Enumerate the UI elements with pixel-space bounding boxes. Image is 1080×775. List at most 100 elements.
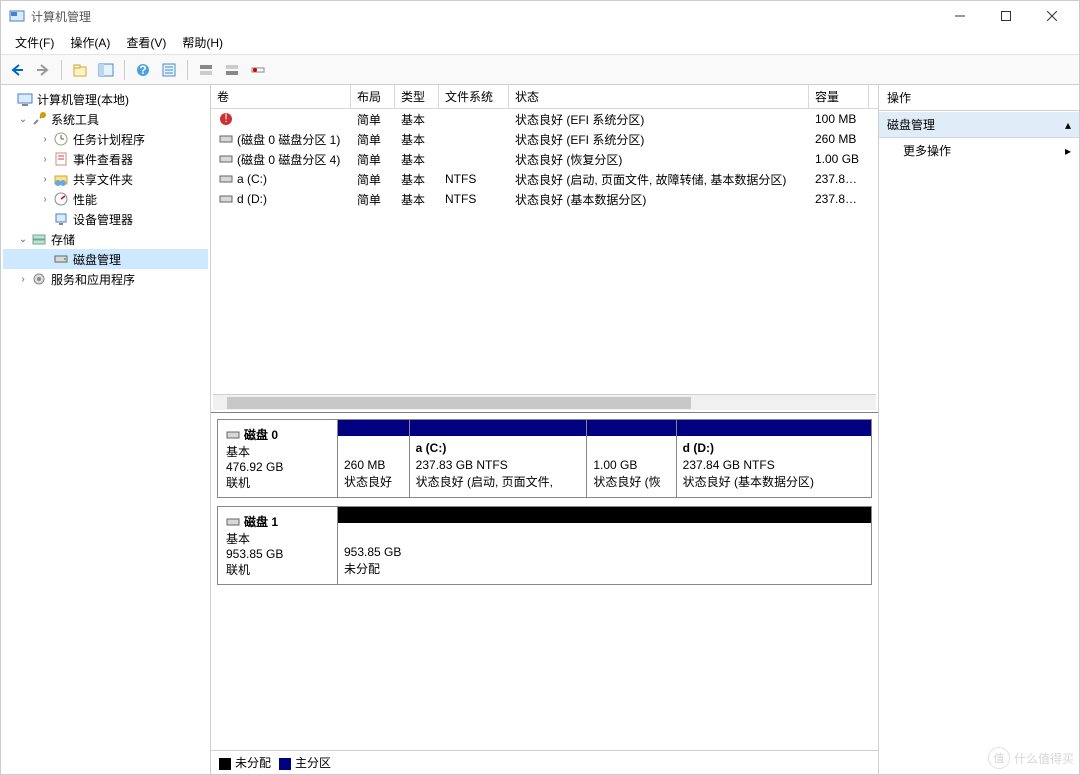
menu-file[interactable]: 文件(F) (7, 32, 62, 53)
col-capacity[interactable]: 容量 (809, 85, 869, 108)
partition-size: 260 MB (344, 457, 403, 474)
disk-kind: 基本 (226, 443, 329, 460)
partition-bar (677, 420, 871, 436)
up-button[interactable] (68, 58, 92, 82)
col-volume[interactable]: 卷 (211, 85, 351, 108)
chevron-right-icon[interactable]: › (39, 154, 51, 165)
menubar: 文件(F) 操作(A) 查看(V) 帮助(H) (1, 31, 1079, 55)
disk-icon (53, 251, 69, 267)
chevron-right-icon[interactable]: › (39, 134, 51, 145)
show-hide-tree-button[interactable] (94, 58, 118, 82)
partition-status: 未分配 (344, 561, 865, 578)
volume-row[interactable]: d (D:)简单基本NTFS状态良好 (基本数据分区)237.84 G (211, 189, 878, 209)
navigation-tree[interactable]: 计算机管理(本地) ⌄ 系统工具 › 任务计划程序 › 事件查看器 › 共享文件… (1, 85, 211, 774)
volume-name: (磁盘 0 磁盘分区 1) (237, 131, 340, 148)
view-top-button[interactable] (194, 58, 218, 82)
menu-view[interactable]: 查看(V) (118, 32, 174, 53)
disk-size: 476.92 GB (226, 460, 329, 474)
tree-storage[interactable]: ⌄ 存储 (3, 229, 208, 249)
disk-icon (226, 428, 240, 442)
tree-label: 存储 (51, 231, 75, 248)
tree-system-tools[interactable]: ⌄ 系统工具 (3, 109, 208, 129)
disk-graphical-view[interactable]: 磁盘 0基本476.92 GB联机 260 MB状态良好a (C:)237.83… (211, 413, 878, 750)
partition-size: 953.85 GB (344, 544, 865, 561)
volume-fs: NTFS (439, 169, 509, 189)
volume-row[interactable]: a (C:)简单基本NTFS状态良好 (启动, 页面文件, 故障转储, 基本数据… (211, 169, 878, 189)
performance-icon (53, 191, 69, 207)
volume-icon (219, 172, 233, 186)
collapse-icon[interactable]: ▴ (1065, 118, 1071, 132)
actions-section-disk-management[interactable]: 磁盘管理 ▴ (879, 111, 1079, 138)
volume-fs (439, 116, 509, 122)
back-button[interactable] (5, 58, 29, 82)
col-fs[interactable]: 文件系统 (439, 85, 509, 108)
forward-button[interactable] (31, 58, 55, 82)
chevron-down-icon[interactable]: ⌄ (17, 114, 29, 125)
computer-icon (17, 91, 33, 107)
tree-root[interactable]: 计算机管理(本地) (3, 89, 208, 109)
partition[interactable]: a (C:)237.83 GB NTFS状态良好 (启动, 页面文件, (410, 420, 588, 497)
col-status[interactable]: 状态 (509, 85, 809, 108)
volume-row[interactable]: !简单基本状态良好 (EFI 系统分区)100 MB (211, 109, 878, 129)
partition[interactable]: d (D:)237.84 GB NTFS状态良好 (基本数据分区) (677, 420, 871, 497)
partition[interactable]: 953.85 GB未分配 (338, 507, 871, 584)
volume-capacity: 237.83 G (809, 169, 869, 189)
col-type[interactable]: 类型 (395, 85, 439, 108)
actions-more-label: 更多操作 (903, 142, 951, 159)
disk-row[interactable]: 磁盘 1基本953.85 GB联机 953.85 GB未分配 (217, 506, 872, 585)
volume-list: 卷 布局 类型 文件系统 状态 容量 !简单基本状态良好 (EFI 系统分区)1… (211, 85, 878, 413)
tree-label: 计算机管理(本地) (37, 91, 129, 108)
tree-label: 任务计划程序 (73, 131, 145, 148)
volume-icon: ! (219, 112, 233, 126)
partition-bar (410, 420, 587, 436)
chevron-right-icon[interactable]: › (17, 274, 29, 285)
chevron-right-icon[interactable]: › (39, 194, 51, 205)
partition-status: 状态良好 (344, 474, 403, 491)
partition-size: 237.83 GB NTFS (416, 457, 581, 474)
chevron-right-icon[interactable]: › (39, 174, 51, 185)
col-layout[interactable]: 布局 (351, 85, 395, 108)
volume-row[interactable]: (磁盘 0 磁盘分区 4)简单基本状态良好 (恢复分区)1.00 GB (211, 149, 878, 169)
tree-disk-management[interactable]: 磁盘管理 (3, 249, 208, 269)
close-button[interactable] (1029, 1, 1075, 31)
event-icon (53, 151, 69, 167)
tree-label: 性能 (73, 191, 97, 208)
settings-button[interactable] (246, 58, 270, 82)
chevron-right-icon: ▸ (1065, 144, 1071, 158)
partition[interactable]: 1.00 GB状态良好 (恢 (587, 420, 676, 497)
partition-label: a (C:) (416, 440, 581, 457)
volume-name: a (C:) (237, 172, 267, 186)
clock-icon (53, 131, 69, 147)
app-icon (9, 8, 25, 24)
actions-header: 操作 (879, 85, 1079, 111)
partition-size: 237.84 GB NTFS (683, 457, 865, 474)
partition[interactable]: 260 MB状态良好 (338, 420, 410, 497)
view-bottom-button[interactable] (220, 58, 244, 82)
help-button[interactable]: ? (131, 58, 155, 82)
tree-shared-folders[interactable]: › 共享文件夹 (3, 169, 208, 189)
disk-icon (226, 515, 240, 529)
minimize-button[interactable] (937, 1, 983, 31)
volume-list-header[interactable]: 卷 布局 类型 文件系统 状态 容量 (211, 85, 878, 109)
tree-services-apps[interactable]: › 服务和应用程序 (3, 269, 208, 289)
tree-event-viewer[interactable]: › 事件查看器 (3, 149, 208, 169)
properties-button[interactable] (157, 58, 181, 82)
disk-row[interactable]: 磁盘 0基本476.92 GB联机 260 MB状态良好a (C:)237.83… (217, 419, 872, 498)
chevron-down-icon[interactable]: ⌄ (17, 234, 29, 245)
tree-label: 共享文件夹 (73, 171, 133, 188)
partition-bar (338, 507, 871, 523)
horizontal-scrollbar[interactable] (213, 394, 876, 410)
tree-label: 系统工具 (51, 111, 99, 128)
tree-performance[interactable]: › 性能 (3, 189, 208, 209)
menu-help[interactable]: 帮助(H) (174, 32, 231, 53)
menu-action[interactable]: 操作(A) (62, 32, 118, 53)
maximize-button[interactable] (983, 1, 1029, 31)
tree-task-scheduler[interactable]: › 任务计划程序 (3, 129, 208, 149)
actions-more[interactable]: 更多操作 ▸ (879, 138, 1079, 163)
partition-status: 状态良好 (恢 (593, 474, 669, 491)
content-area: 卷 布局 类型 文件系统 状态 容量 !简单基本状态良好 (EFI 系统分区)1… (211, 85, 879, 774)
tree-label: 服务和应用程序 (51, 271, 135, 288)
volume-row[interactable]: (磁盘 0 磁盘分区 1)简单基本状态良好 (EFI 系统分区)260 MB (211, 129, 878, 149)
volume-list-body[interactable]: !简单基本状态良好 (EFI 系统分区)100 MB(磁盘 0 磁盘分区 1)简… (211, 109, 878, 394)
tree-device-manager[interactable]: 设备管理器 (3, 209, 208, 229)
